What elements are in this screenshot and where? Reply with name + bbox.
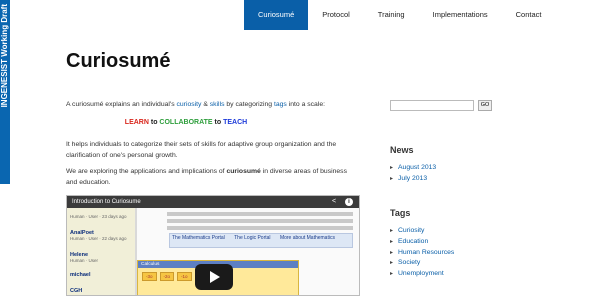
tag-link-curiosity[interactable]: Curiosity xyxy=(398,227,424,234)
calc-chip: -3o xyxy=(142,272,157,281)
calc-chip: -2o xyxy=(159,272,175,281)
tag-item: Society xyxy=(390,258,454,269)
video-user-meta: Human · User · 23 days ago xyxy=(70,214,127,219)
tag-link-society[interactable]: Society xyxy=(398,259,420,266)
video-text-line xyxy=(167,219,353,223)
video-text-line xyxy=(167,212,353,216)
scale-learn: LEARN xyxy=(124,119,149,126)
skills-link[interactable]: skills xyxy=(210,101,225,108)
main-nav: Curiosumé Protocol Training Implementati… xyxy=(244,0,556,30)
search-button[interactable]: GO xyxy=(478,100,492,111)
intro-text-post: into a scale: xyxy=(286,101,326,108)
exploring-paragraph: We are exploring the applications and im… xyxy=(66,166,356,188)
calc-chip: -1o xyxy=(177,272,192,281)
intro-text-amp: & xyxy=(201,101,210,108)
tag-item: Curiosity xyxy=(390,226,454,237)
tags-list: Curiosity Education Human Resources Soci… xyxy=(390,226,454,280)
nav-item-curiosume[interactable]: Curiosumé xyxy=(244,0,309,30)
video-portal-bar: The Mathematics Portal The Logic Portal … xyxy=(169,233,353,248)
scale-to-2: to xyxy=(212,119,224,126)
video-player[interactable]: Human · User · 23 days ago AnalPoet Human… xyxy=(66,195,360,296)
tag-link-education[interactable]: Education xyxy=(398,238,428,245)
video-user-row: Helene Human · User xyxy=(70,252,98,264)
news-item: August 2013 xyxy=(390,163,436,174)
page-title: Curiosumé xyxy=(66,50,171,72)
news-item: July 2013 xyxy=(390,174,436,185)
para3-pre: We are exploring the applications and im… xyxy=(66,168,227,175)
video-controls: < i xyxy=(332,198,353,206)
tag-item: Human Resources xyxy=(390,248,454,259)
video-user-row: CGH xyxy=(70,288,82,294)
tag-link-human-resources[interactable]: Human Resources xyxy=(398,249,454,256)
video-user-name: michael xyxy=(70,272,91,278)
video-user-row: AnalPoet Human · User · 22 days ago xyxy=(70,230,127,242)
nav-item-training[interactable]: Training xyxy=(364,0,419,30)
tags-link[interactable]: tags xyxy=(274,101,287,108)
video-text-line xyxy=(167,226,353,230)
banner-text: INGENESIST Working Draft xyxy=(0,4,9,108)
description-paragraph: It helps individuals to categorize their… xyxy=(66,141,337,159)
news-link-august-2013[interactable]: August 2013 xyxy=(398,164,436,171)
news-link-july-2013[interactable]: July 2013 xyxy=(398,175,427,182)
play-button[interactable] xyxy=(195,264,233,290)
intro-text-mid: by categorizing xyxy=(224,101,274,108)
nav-item-implementations[interactable]: Implementations xyxy=(419,0,502,30)
working-draft-banner: INGENESIST Working Draft xyxy=(0,0,10,184)
scale-to-1: to xyxy=(148,119,160,126)
video-user-meta: Human · User · 22 days ago xyxy=(70,236,127,241)
curiosity-link[interactable]: curiosity xyxy=(177,101,202,108)
learning-scale: LEARN to COLLABORATE to TEACH xyxy=(66,119,306,126)
video-user-name: CGH xyxy=(70,288,83,294)
intro-text-pre: A curiosumé explains an individual's xyxy=(66,101,177,108)
video-user-panel: Human · User · 23 days ago AnalPoet Human… xyxy=(67,208,135,295)
scale-collaborate: COLLABORATE xyxy=(159,119,213,126)
info-icon[interactable]: i xyxy=(345,198,353,206)
portal-link: The Mathematics Portal xyxy=(172,235,225,241)
portal-link: The Logic Portal xyxy=(234,235,271,241)
tag-item: Unemployment xyxy=(390,269,454,280)
nav-item-contact[interactable]: Contact xyxy=(502,0,556,30)
para3-bold: curiosumé xyxy=(226,168,261,175)
intro-paragraph: A curiosumé explains an individual's cur… xyxy=(66,99,366,110)
portal-link: More about Mathematics xyxy=(279,235,335,241)
video-user-row: Human · User · 23 days ago xyxy=(70,214,127,220)
scale-teach: TEACH xyxy=(223,119,248,126)
tag-link-unemployment[interactable]: Unemployment xyxy=(398,270,444,277)
tag-item: Education xyxy=(390,237,454,248)
nav-item-protocol[interactable]: Protocol xyxy=(308,0,364,30)
video-user-row: michael xyxy=(70,272,90,278)
video-user-meta: Human · User xyxy=(70,258,99,263)
search-input[interactable] xyxy=(390,100,474,111)
video-header: Introduction to Curiosume < i xyxy=(67,196,359,208)
news-list: August 2013 July 2013 xyxy=(390,163,436,185)
calc-chips: -3o -2o -1o xyxy=(142,272,192,281)
tags-heading: Tags xyxy=(390,208,411,218)
share-icon[interactable]: < xyxy=(332,198,340,206)
video-title[interactable]: Introduction to Curiosume xyxy=(72,196,141,208)
news-heading: News xyxy=(390,145,414,155)
